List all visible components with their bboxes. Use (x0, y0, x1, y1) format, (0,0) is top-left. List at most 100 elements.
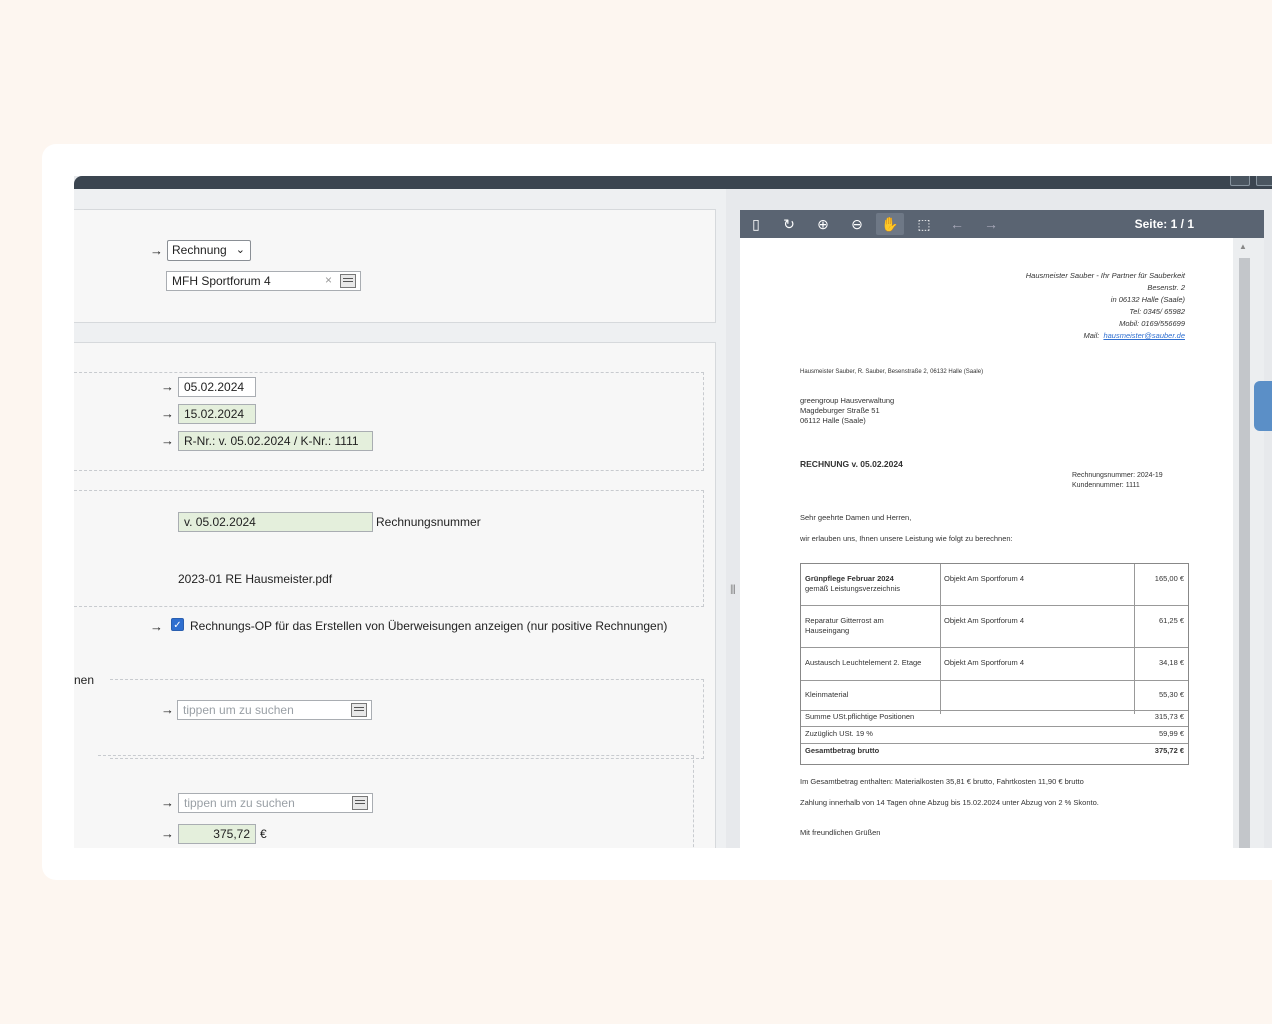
row-desc: Kleinmaterial (805, 690, 849, 699)
date-2-value: 15.02.2024 (184, 407, 245, 421)
date-field-2[interactable]: 15.02.2024 (178, 404, 256, 424)
amount-value: 375,72 (213, 827, 250, 841)
row-object: Objekt Am Sportforum 4 (944, 658, 1025, 667)
arrow-marker: → (161, 379, 174, 394)
arrow-marker: → (161, 433, 174, 448)
sidebar-icon[interactable]: ▯ (742, 213, 770, 235)
search-group-1: → tippen um zu suchen (110, 679, 704, 759)
mail-label: Mail: (1083, 331, 1100, 340)
search-placeholder-2: tippen um zu suchen (184, 796, 295, 810)
checkbox[interactable]: ✓ (171, 618, 184, 631)
pdf-viewer: ▯ ↻ ⊕ ⊖ ✋ ⬚ ← → Seite: 1 / 1 Hausmeister… (740, 210, 1264, 848)
row-amount: 34,18 € (1158, 658, 1184, 667)
window-max-button[interactable] (1256, 176, 1272, 186)
next-icon[interactable]: → (977, 213, 1005, 235)
row-object: Objekt Am Sportforum 4 (944, 574, 1025, 583)
viewer-toolbar: ▯ ↻ ⊕ ⊖ ✋ ⬚ ← → Seite: 1 / 1 (740, 210, 1264, 238)
total-value: 375,72 € (1154, 746, 1184, 755)
select-icon[interactable]: ⬚ (910, 213, 938, 235)
invoice-number-field[interactable]: v. 05.02.2024 (178, 512, 373, 532)
amount-field[interactable]: 375,72 (178, 824, 256, 844)
invoice-meta: Rechnungsnummer: 2024-19 Kundennummer: 1… (1072, 471, 1163, 490)
picker-icon[interactable] (351, 703, 367, 717)
arrow-marker: → (161, 702, 174, 717)
hand-icon[interactable]: ✋ (876, 213, 904, 235)
invoice-group: v. 05.02.2024 Rechnungsnummer 2023-01 RE… (74, 490, 704, 607)
table-row (801, 647, 1188, 648)
picker-icon[interactable] (352, 796, 368, 810)
doc-type-select[interactable]: Rechnung ⌄ (167, 240, 251, 261)
pane-splitter[interactable]: ||| (726, 189, 740, 848)
total-label: Gesamtbetrag brutto (805, 746, 880, 755)
invoice-number-value: v. 05.02.2024 (184, 515, 256, 529)
sum-value: 315,73 € (1154, 712, 1184, 721)
arrow-marker: → (161, 795, 174, 810)
sender-line: Tel: 0345/ 65982 (1129, 307, 1185, 316)
table-row (801, 743, 1188, 744)
date-field-1[interactable]: 05.02.2024 (178, 377, 256, 397)
window-restore-button[interactable] (1230, 176, 1250, 186)
row-object: Objekt Am Sportforum 4 (944, 616, 1025, 625)
scroll-thumb[interactable] (1239, 258, 1250, 848)
table-row (801, 605, 1188, 606)
property-value: MFH Sportforum 4 (172, 274, 271, 288)
row-amount: 165,00 € (1154, 574, 1184, 583)
file-name[interactable]: 2023-01 RE Hausmeister.pdf (178, 572, 332, 587)
table-divider (940, 564, 941, 714)
scroll-up-icon[interactable]: ▲ (1239, 242, 1247, 251)
row-amount: 61,25 € (1158, 616, 1184, 625)
row-desc: Grünpflege Februar 2024 (805, 574, 894, 583)
note-costs: Im Gesamtbetrag enthalten: Materialkoste… (800, 777, 1084, 786)
closing: Mit freundlichen Grüßen (800, 828, 881, 837)
intro-text: wir erlauben uns, Ihnen unsere Leistung … (800, 534, 1013, 543)
zoom-in-icon[interactable]: ⊕ (809, 213, 837, 235)
row-desc: Reparatur Gitterrost am (805, 616, 884, 625)
recipient-address: greengroup Hausverwaltung Magdeburger St… (800, 396, 894, 425)
dates-group: → 05.02.2024 → 15.02.2024 → R-Nr.: v. 05… (74, 372, 704, 471)
recipient-line: greengroup Hausverwaltung (800, 396, 895, 405)
greeting: Sehr geehrte Damen und Herren, (800, 513, 912, 522)
mail-link[interactable]: hausmeister@sauber.de (1103, 331, 1185, 340)
reference-field[interactable]: R-Nr.: v. 05.02.2024 / K-Nr.: 1111 (178, 431, 373, 451)
invoice-number-label: Rechnungsnummer (376, 515, 481, 529)
arrow-marker: → (150, 243, 163, 258)
row-desc: Hauseingang (805, 626, 850, 635)
property-field[interactable]: MFH Sportforum 4 × (166, 271, 361, 291)
details-panel: → 05.02.2024 → 15.02.2024 → R-Nr.: v. 05… (74, 342, 716, 848)
invoice-title: RECHNUNG v. 05.02.2024 (800, 459, 903, 469)
search-group-2: → tippen um zu suchen → 375,72 € (98, 755, 694, 848)
sender-line: Mobil: 0169/556699 (1119, 319, 1185, 328)
currency-label: € (260, 827, 267, 841)
rotate-icon[interactable]: ↻ (775, 213, 803, 235)
picker-icon[interactable] (340, 274, 356, 288)
pdf-page: Hausmeister Sauber - Ihr Partner für Sau… (740, 238, 1233, 848)
title-bar (74, 176, 1272, 189)
arrow-marker: → (161, 826, 174, 841)
header-panel: → Rechnung ⌄ MFH Sportforum 4 × (74, 209, 716, 323)
viewer-scrollbar[interactable]: ▲ (1233, 238, 1264, 848)
row-desc: gemäß Leistungsverzeichnis (805, 584, 901, 593)
prev-icon[interactable]: ← (943, 213, 971, 235)
table-divider (1134, 564, 1135, 714)
reference-value: R-Nr.: v. 05.02.2024 / K-Nr.: 1111 (184, 434, 359, 448)
sender-return-line: Hausmeister Sauber, R. Sauber, Besenstra… (800, 369, 984, 375)
search-input-2[interactable]: tippen um zu suchen (178, 793, 373, 813)
search-input-1[interactable]: tippen um zu suchen (177, 700, 372, 720)
checkbox-label: Rechnungs-OP für das Erstellen von Überw… (190, 619, 668, 633)
invoice-table: Grünpflege Februar 2024 gemäß Leistungsv… (800, 563, 1189, 765)
recipient-line: 06112 Halle (Saale) (800, 416, 866, 425)
tax-label: Zuzüglich USt. 19 % (805, 729, 873, 738)
grip-icon[interactable]: ||| (730, 584, 736, 595)
chevron-down-icon: ⌄ (235, 244, 245, 256)
date-1-value: 05.02.2024 (184, 380, 245, 394)
clear-icon[interactable]: × (325, 273, 332, 288)
table-row (801, 710, 1188, 711)
zoom-out-icon[interactable]: ⊖ (843, 213, 871, 235)
sender-line: Besenstr. 2 (1147, 283, 1185, 292)
row-amount: 55,30 € (1158, 690, 1184, 699)
sum-label: Summe USt.pflichtige Positionen (805, 712, 915, 721)
sender-line: Hausmeister Sauber - Ihr Partner für Sau… (1025, 271, 1185, 280)
side-tab[interactable] (1254, 381, 1272, 431)
section-label: nen (74, 673, 95, 687)
arrow-marker: → (150, 619, 163, 634)
